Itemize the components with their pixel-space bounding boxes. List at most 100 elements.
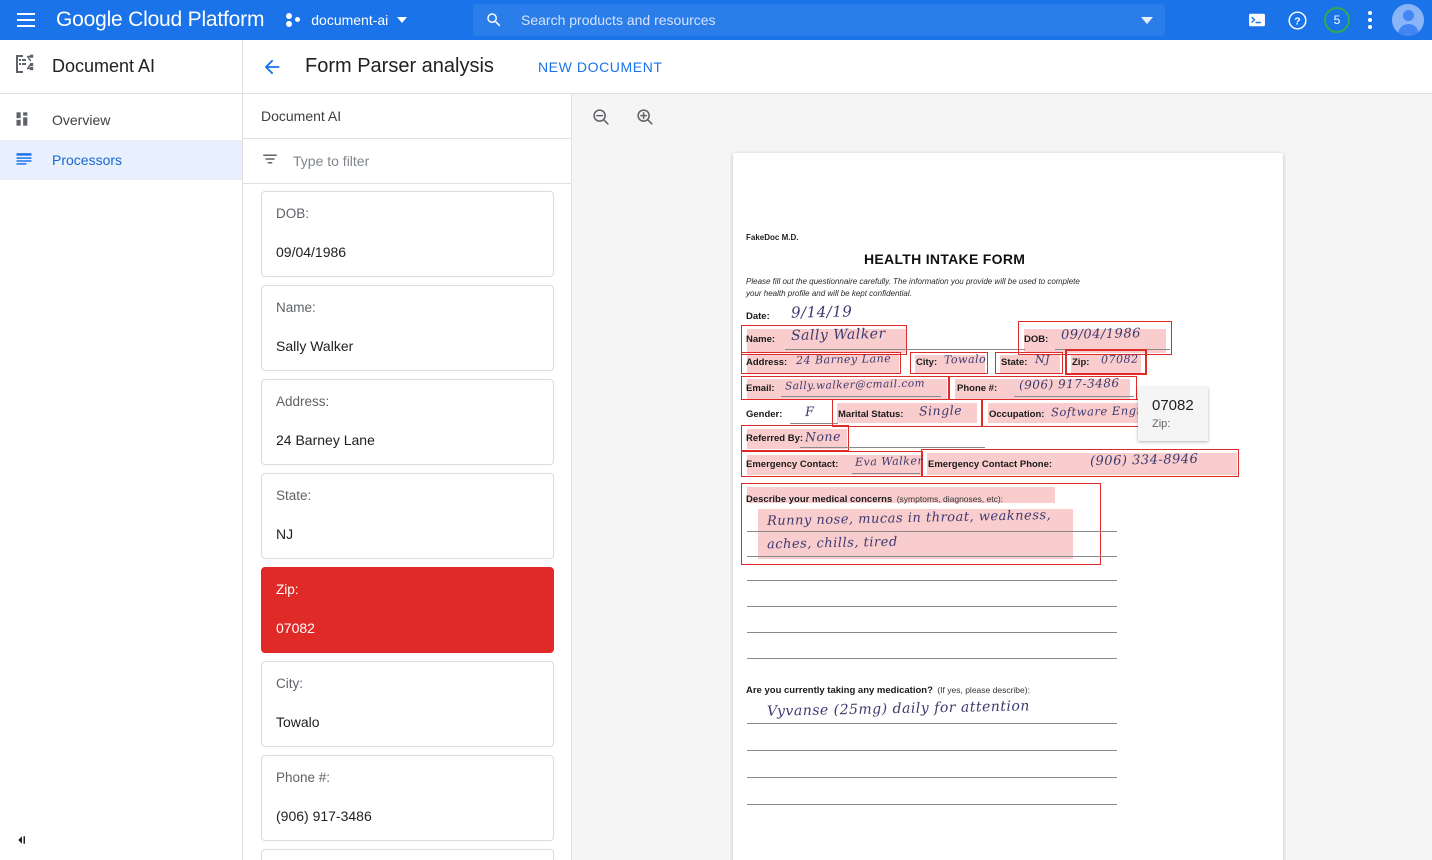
document-content: FakeDoc M.D. HEALTH INTAKE FORM Please f… [733,153,1283,860]
doc-rule [852,473,920,474]
new-document-button[interactable]: NEW DOCUMENT [538,59,663,75]
project-selector[interactable]: document-ai [286,12,407,28]
doc-rule [747,606,1117,607]
doc-label-marital: Marital Status: [838,409,903,420]
doc-clinic-name: FakeDoc M.D. [746,233,798,242]
doc-label-name: Name: [746,334,775,345]
field-filter-row[interactable] [243,139,571,184]
doc-rule [747,556,1117,557]
doc-label-referred: Referred By: [746,433,803,444]
content-header: Form Parser analysis NEW DOCUMENT [243,40,1432,94]
doc-medication-line1: Vyvanse (25mg) daily for attention [767,698,1030,720]
sidebar-item-overview[interactable]: Overview [0,100,242,140]
doc-value-name: Sally Walker [791,326,886,344]
kebab-menu-icon[interactable] [1364,7,1376,33]
zoom-out-icon[interactable] [588,104,614,130]
hamburger-menu-icon[interactable] [4,0,48,40]
doc-intro-line2: your health profile and will be kept con… [746,288,912,300]
collapse-nav-icon[interactable] [10,828,34,852]
doc-rule [747,632,1117,633]
account-avatar[interactable] [1392,4,1424,36]
doc-value-emergency-phone: (906) 334-8946 [1090,452,1199,469]
processors-list-icon [14,149,34,172]
doc-concerns-line2: aches, chills, tired [767,535,898,553]
field-card-list[interactable]: DOB:09/04/1986 Name: Sally Walker Address: 2… [243,185,572,860]
notifications-badge[interactable]: 5 [1324,7,1350,33]
field-card-value: 09/04/1986 [276,244,539,260]
field-card-value: Sally Walker [276,338,539,354]
doc-value-city: Towalo [944,353,986,367]
search-icon [485,11,503,29]
document-page[interactable]: FakeDoc M.D. HEALTH INTAKE FORM Please f… [733,153,1283,860]
field-card-key: Zip: [276,582,539,597]
doc-concerns-label-bold: Describe your medical concerns [746,494,892,505]
doc-rule [747,658,1117,659]
sidebar-item-processors[interactable]: Processors [0,140,242,180]
doc-rule [790,423,838,424]
doc-intro-line1: Please fill out the questionnaire carefu… [746,276,1080,288]
doc-rule [747,804,1117,805]
doc-label-zip: Zip: [1072,357,1089,368]
search-input[interactable] [521,12,1141,28]
doc-label-gender: Gender: [746,409,782,420]
zoom-in-icon[interactable] [632,104,658,130]
doc-rule [785,349,1025,350]
doc-label-emergency-contact: Emergency Contact: [746,459,838,470]
help-icon[interactable]: ? [1284,7,1310,33]
doc-rule [800,447,985,448]
doc-value-zip: 07082 [1101,353,1139,367]
doc-medication-label: Are you currently taking any medication?… [746,680,1030,698]
field-card-value: 24 Barney Lane [276,432,539,448]
product-title: Document AI [52,56,155,77]
sidebar-item-label: Overview [52,112,110,128]
doc-medication-label-bold: Are you currently taking any medication? [746,685,933,696]
field-card[interactable]: City:Towalo [261,661,554,747]
doc-value-address: 24 Barney Lane [796,352,891,367]
field-card[interactable]: Name: Sally Walker [261,285,554,371]
document-stage[interactable]: FakeDoc M.D. HEALTH INTAKE FORM Please f… [572,139,1432,860]
doc-label-address: Address: [746,357,787,368]
cloud-shell-icon[interactable] [1244,7,1270,33]
doc-rule [1014,396,1134,397]
doc-value-gender: F [805,405,815,420]
product-header: Document AI [0,40,242,94]
doc-value-marital: Single [919,403,962,419]
tooltip-key: Zip: [1152,418,1194,430]
doc-rule [747,531,1117,532]
overview-dashboard-icon [14,109,34,132]
left-navigation: Document AI Overview [0,40,243,860]
doc-label-email: Email: [746,383,775,394]
field-card[interactable] [261,849,554,860]
top-app-bar: Google Cloud Platform document-ai ? 5 [0,0,1432,40]
doc-value-referred: None [805,429,841,445]
global-search-box[interactable] [473,4,1165,36]
sidebar-item-label: Processors [52,152,122,168]
field-card-key: City: [276,676,539,691]
doc-value-state: NJ [1035,353,1050,366]
filter-icon [261,150,279,173]
search-dropdown-icon[interactable] [1141,17,1153,24]
field-card[interactable]: Address: 24 Barney Lane [261,379,554,465]
doc-label-city: City: [916,357,937,368]
doc-label-phone: Phone #: [957,383,997,394]
field-card-value: (906) 917-3486 [276,808,539,824]
doc-label-emergency-phone: Emergency Contact Phone: [928,459,1052,470]
doc-rule [747,723,1117,724]
field-card[interactable]: Phone #: (906) 917-3486 [261,755,554,841]
field-card-key: Name: [276,300,539,315]
doc-concerns-label-normal: (symptoms, diagnoses, etc): [897,494,1003,504]
field-card-value: NJ [276,526,539,542]
field-card-key: Address: [276,394,539,409]
field-card-key: Phone #: [276,770,539,785]
field-tooltip: 07082 Zip: [1138,387,1208,441]
doc-label-date: Date: [746,311,770,322]
field-card[interactable]: Zip:07082 [261,567,554,653]
nav-item-list: Overview Processors [0,94,242,180]
page-title: Form Parser analysis [305,55,494,78]
field-card[interactable]: DOB:09/04/1986 [261,191,554,277]
gcp-brand-title: Google Cloud Platform [56,8,264,32]
back-arrow-icon[interactable] [261,56,283,78]
field-card[interactable]: State:NJ [261,473,554,559]
filter-input[interactable] [293,153,571,169]
field-panel-header: Document AI [243,94,571,139]
